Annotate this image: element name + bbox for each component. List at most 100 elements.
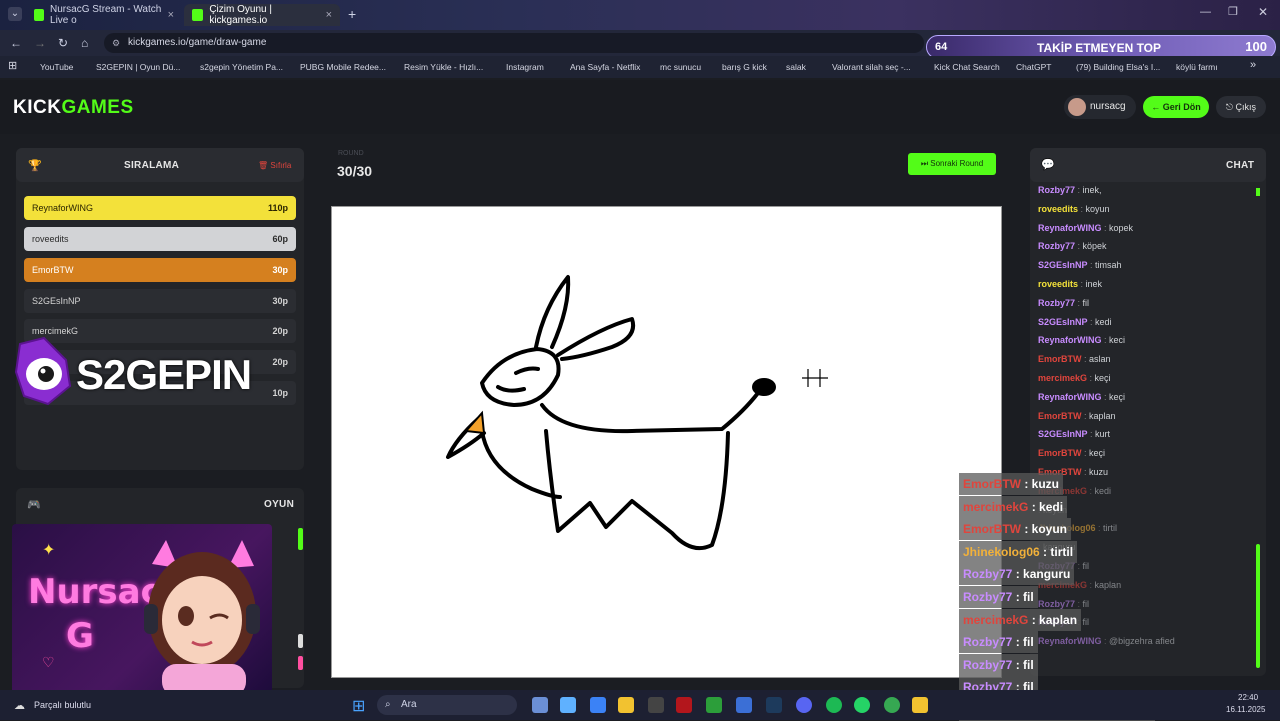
chat-username[interactable]: roveedits [1038,279,1078,289]
tab-draw-game[interactable]: Çizim Oyunu | kickgames.io × [184,4,340,26]
tab-menu-icon[interactable]: ⌄ [8,7,22,21]
tab-title: Çizim Oyunu | kickgames.io [209,4,272,26]
reload-icon[interactable]: ↻ [58,36,68,50]
kick-favicon-icon [192,9,204,21]
app-icon[interactable] [648,697,664,713]
chat-username[interactable]: EmorBTW [1038,448,1082,458]
bookmark-item[interactable]: köylü farmı [1176,62,1218,72]
chat-scrollbar-thumb[interactable] [1256,544,1260,668]
bookmark-item[interactable]: Resim Yükle - Hızlı... [404,62,483,72]
chat-username[interactable]: Rozby77 [1038,185,1075,195]
copilot-icon[interactable] [560,697,576,713]
chat-separator: : [1081,410,1090,421]
store-icon[interactable] [590,697,606,713]
user-profile-chip[interactable]: nursacg [1064,95,1136,119]
kickgames-logo[interactable]: KICKGAMES [13,97,134,119]
new-tab-icon[interactable]: + [348,6,356,22]
bookmark-item[interactable]: PUBG Mobile Redee... [300,62,386,72]
tab-title: NursacG Stream - Watch Live o [50,4,162,26]
windows-taskbar: ☁ Parçalı bulutlu ⊞ ⌕ Ara 22:40 16.11.20… [0,690,1280,720]
chat-username[interactable]: S2GEsInNP [1038,317,1088,327]
player-name: S2GEsInNP [32,296,81,306]
logout-button[interactable]: ⎋ Çıkış [1216,96,1266,118]
chat-username[interactable]: S2GEsInNP [1038,260,1088,270]
chat-username[interactable]: Rozby77 [1038,599,1075,609]
task-view-icon[interactable] [532,697,548,713]
chat-text: kaplan [1089,410,1116,421]
chat-username[interactable]: ReynaforWING [1038,335,1102,345]
chat-text: fil [1082,297,1090,308]
weather-text[interactable]: Parçalı bulutlu [34,700,91,710]
chat-username[interactable]: EmorBTW [1038,354,1082,364]
next-round-button[interactable]: ⏭ Sonraki Round [908,153,996,175]
chat-separator: : [1087,579,1095,590]
bookmark-item[interactable]: Kick Chat Search [934,62,1000,72]
ranking-row: roveedits 60p [24,227,296,251]
back-icon[interactable]: ← [10,36,22,50]
chat-scrollbar-top[interactable] [1256,188,1260,196]
overlay-chat-separator: : [1021,522,1032,537]
close-icon[interactable]: × [326,9,332,21]
bookmark-item[interactable]: mc sunucu [660,62,701,72]
player-points: 30p [272,265,288,275]
folder-icon[interactable] [912,697,928,713]
minecraft-icon[interactable] [706,697,722,713]
bookmark-item[interactable]: s2gepin Yönetim Pa... [200,62,283,72]
chat-username[interactable]: S2GEsInNP [1038,429,1088,439]
bookmark-item[interactable]: salak [786,62,806,72]
chat-username[interactable]: Rozby77 [1038,298,1075,308]
chat-username[interactable]: mercimekG [1038,373,1087,383]
streamer-avatar-card: Nursaç G ✦ ♡ [12,524,272,696]
discord-icon[interactable] [796,697,812,713]
bookmark-item[interactable]: Ana Sayfa - Netflix [570,62,640,72]
bookmark-item[interactable]: ChatGPT [1016,62,1051,72]
forward-icon[interactable]: → [34,36,46,50]
chat-separator: : [1078,203,1086,214]
overlay-chat-separator: : [1012,635,1024,650]
apps-grid-icon[interactable]: ⊞ [8,59,17,72]
more-bookmarks-icon[interactable]: » [1250,59,1256,71]
bookmark-item[interactable]: Instagram [506,62,544,72]
windows-start-icon[interactable]: ⊞ [352,696,365,716]
notepad-icon[interactable] [736,697,752,713]
home-icon[interactable]: ⌂ [81,36,88,50]
chat-username[interactable]: ReynaforWING [1038,392,1102,402]
chat-username[interactable]: EmorBTW [1038,411,1082,421]
clock-date[interactable]: 16.11.2025 [1226,705,1265,714]
overlay-chat-text: kanguru [1023,567,1071,582]
close-window-icon[interactable]: ✕ [1258,5,1268,19]
chat-separator: : [1075,598,1083,609]
explorer-icon[interactable] [618,697,634,713]
bookmark-item[interactable]: YouTube [40,62,73,72]
search-icon: ⌕ [385,699,391,710]
follow-title: TAKİP ETMEYEN TOP [1037,41,1162,55]
clock-time[interactable]: 22:40 [1238,693,1258,702]
tab-stream[interactable]: NursacG Stream - Watch Live o × [26,4,182,26]
bookmark-item[interactable]: (79) Building Elsa's I... [1076,62,1160,72]
chrome-icon[interactable] [884,697,900,713]
url-input[interactable]: ⚙ kickgames.io/game/draw-game [104,33,924,53]
maximize-icon[interactable]: ❐ [1228,5,1238,18]
site-info-icon[interactable]: ⚙ [112,33,120,53]
chat-separator: : [1075,297,1083,308]
bookmark-item[interactable]: S2GEPIN | Oyun Dü... [96,62,180,72]
drawing-canvas[interactable] [331,206,1002,678]
reset-button[interactable]: 🗑 Sıfırla [258,161,291,170]
taskbar-search[interactable]: ⌕ Ara [377,695,517,715]
chat-separator: : [1101,636,1110,647]
spotify-icon[interactable] [826,697,842,713]
chat-username[interactable]: ReynaforWING [1038,223,1102,233]
bookmark-item[interactable]: Valorant silah seç -... [832,62,911,72]
app-icon[interactable] [676,697,692,713]
app-icon[interactable] [766,697,782,713]
bookmark-item[interactable]: barış G kick [722,62,767,72]
chat-text: fil [1082,561,1090,571]
chat-username[interactable]: roveedits [1038,204,1078,214]
close-icon[interactable]: × [168,9,174,21]
whatsapp-icon[interactable] [854,697,870,713]
chat-username[interactable]: ReynaforWING [1038,636,1102,646]
back-button[interactable]: ← Geri Dön [1143,96,1209,118]
chat-username[interactable]: Rozby77 [1038,241,1075,251]
minimize-icon[interactable]: — [1200,6,1211,18]
chat-text: inek, [1082,185,1102,195]
